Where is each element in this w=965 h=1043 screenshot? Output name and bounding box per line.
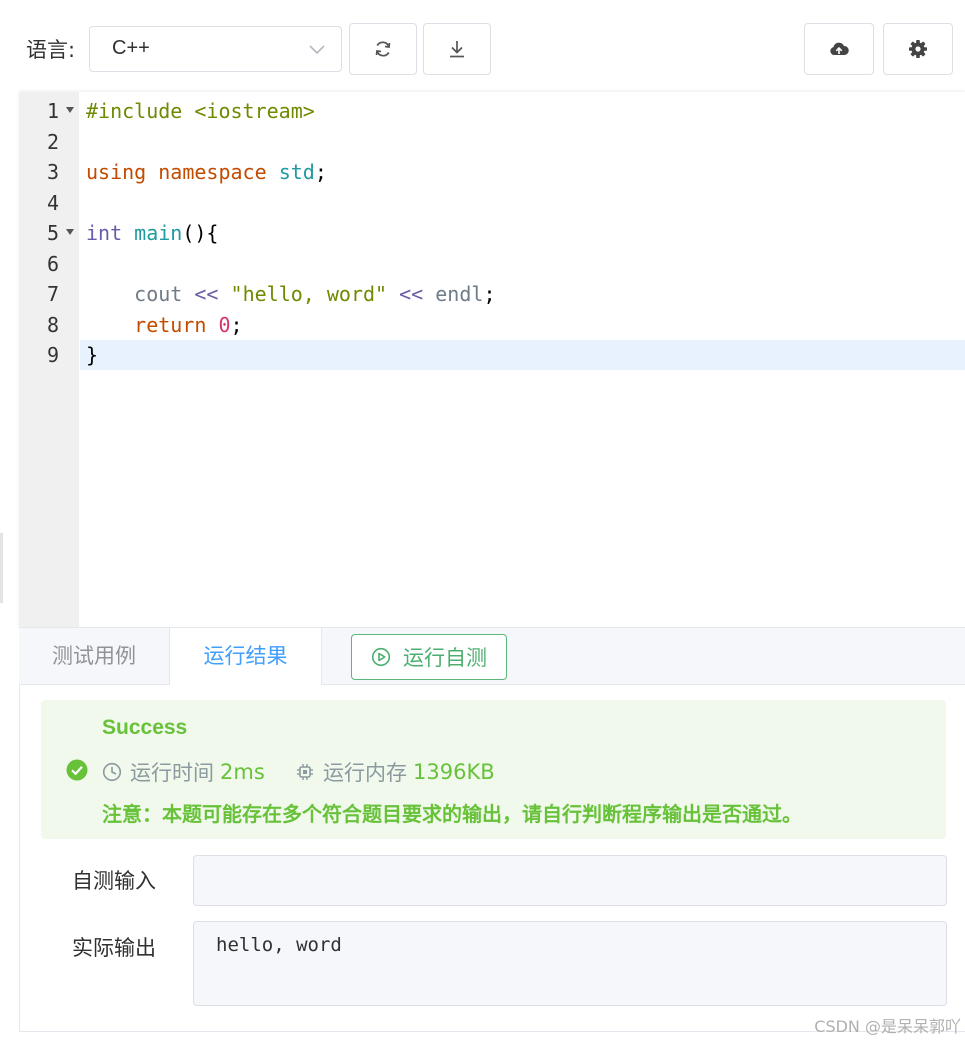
code-line[interactable]: 8 return 0;	[19, 310, 965, 340]
line-number: 4	[46, 190, 59, 215]
code-text: return 0;	[80, 310, 965, 340]
code-line[interactable]: 2	[19, 127, 965, 157]
run-time-label: 运行时间	[130, 761, 214, 785]
cpu-icon	[297, 764, 313, 780]
tab-run-result[interactable]: 运行结果	[169, 628, 322, 686]
line-number: 3	[46, 160, 59, 184]
code-line[interactable]: 7 cout << "hello, word" << endl;	[19, 279, 965, 309]
code-token: ;	[230, 312, 243, 337]
result-notice: 注意：本题可能存在多个符合题目要求的输出，请自行判断程序输出是否通过。	[102, 802, 802, 826]
language-select[interactable]: C++	[89, 26, 342, 72]
actual-output-value: hello, word	[216, 934, 342, 956]
code-token: int	[86, 221, 123, 245]
code-line[interactable]: 9}	[19, 340, 965, 370]
run-self-test-label: 运行自测	[403, 646, 487, 670]
line-number: 5	[46, 221, 59, 245]
download-icon	[450, 41, 464, 58]
upload-code-button[interactable]	[804, 23, 874, 75]
self-test-input-label: 自测输入	[72, 869, 156, 893]
code-token: namespace	[158, 160, 267, 184]
result-alert: Success 运行时间 2ms 运行内存 1396KB 注意：本题可能存在多个…	[41, 700, 946, 839]
code-token: using	[86, 160, 147, 184]
gear-icon	[909, 40, 927, 58]
run-time-value: 2ms	[220, 760, 265, 784]
download-code-button[interactable]	[423, 23, 491, 75]
self-test-input[interactable]	[193, 855, 947, 906]
code-token: <<	[194, 282, 219, 306]
play-circle-icon	[371, 647, 391, 667]
run-self-test-button[interactable]: 运行自测	[351, 634, 507, 680]
code-editor[interactable]: 1 #include <iostream> 2 3 using namespace st…	[19, 92, 965, 628]
line-number: 7	[46, 282, 59, 306]
line-number: 6	[46, 251, 59, 276]
code-token: endl	[435, 282, 484, 306]
run-time-stat: 运行时间 2ms	[102, 757, 265, 787]
code-token: std	[278, 160, 315, 184]
code-token: return	[134, 312, 207, 337]
run-result-panel: Success 运行时间 2ms 运行内存 1396KB 注意：本题可能存在多个…	[19, 685, 965, 1032]
refresh-icon	[375, 41, 391, 57]
clock-icon	[102, 762, 122, 782]
code-token: 0	[218, 312, 231, 337]
code-text: int main(){	[80, 218, 965, 248]
code-line[interactable]: 6	[19, 249, 965, 279]
code-token: main	[134, 221, 183, 245]
code-token: ;	[314, 160, 327, 184]
code-line[interactable]: 5 int main(){	[19, 218, 965, 248]
actual-output-label: 实际输出	[72, 936, 156, 960]
language-select-value: C++	[112, 37, 150, 59]
reset-code-button[interactable]	[349, 23, 417, 75]
sidebar-drag-handle[interactable]	[0, 533, 3, 603]
tab-test-cases[interactable]: 测试用例	[19, 628, 169, 685]
code-text: #include <iostream>	[80, 96, 965, 126]
line-number: 8	[46, 312, 59, 337]
editor-settings-button[interactable]	[883, 23, 953, 75]
code-line[interactable]: 1 #include <iostream>	[19, 96, 965, 126]
fold-arrow-icon[interactable]	[66, 107, 74, 113]
cloud-upload-icon	[830, 42, 849, 55]
run-memory-value: 1396KB	[413, 760, 495, 784]
run-memory-label: 运行内存	[323, 761, 407, 785]
line-number: 2	[46, 129, 59, 154]
check-circle-icon	[66, 759, 88, 781]
chevron-down-icon	[309, 45, 325, 55]
run-memory-stat: 运行内存 1396KB	[295, 757, 495, 787]
watermark: CSDN @是呆呆郭吖	[814, 1017, 961, 1036]
code-line[interactable]: 4	[19, 188, 965, 218]
result-status: Success	[102, 716, 188, 739]
line-number: 1	[46, 99, 59, 123]
actual-output[interactable]: hello, word	[193, 921, 947, 1006]
code-token: #include <iostream>	[86, 99, 315, 123]
code-text: using namespace std;	[80, 157, 965, 187]
code-token: "hello, word"	[230, 282, 388, 306]
language-label: 语言:	[26, 38, 76, 62]
code-token: }	[86, 343, 99, 367]
result-tabs: 测试用例 运行结果 运行自测	[19, 627, 965, 686]
code-token: (){	[182, 221, 219, 245]
code-line[interactable]: 3 using namespace std;	[19, 157, 965, 187]
code-text: }	[80, 340, 965, 370]
editor-toolbar: 语言: C++	[0, 0, 965, 92]
code-token: <<	[399, 282, 424, 306]
code-text: cout << "hello, word" << endl;	[80, 279, 965, 309]
code-token: ;	[483, 282, 496, 306]
line-number: 9	[46, 343, 59, 367]
fold-arrow-icon[interactable]	[66, 229, 74, 235]
code-token: cout	[134, 282, 183, 306]
